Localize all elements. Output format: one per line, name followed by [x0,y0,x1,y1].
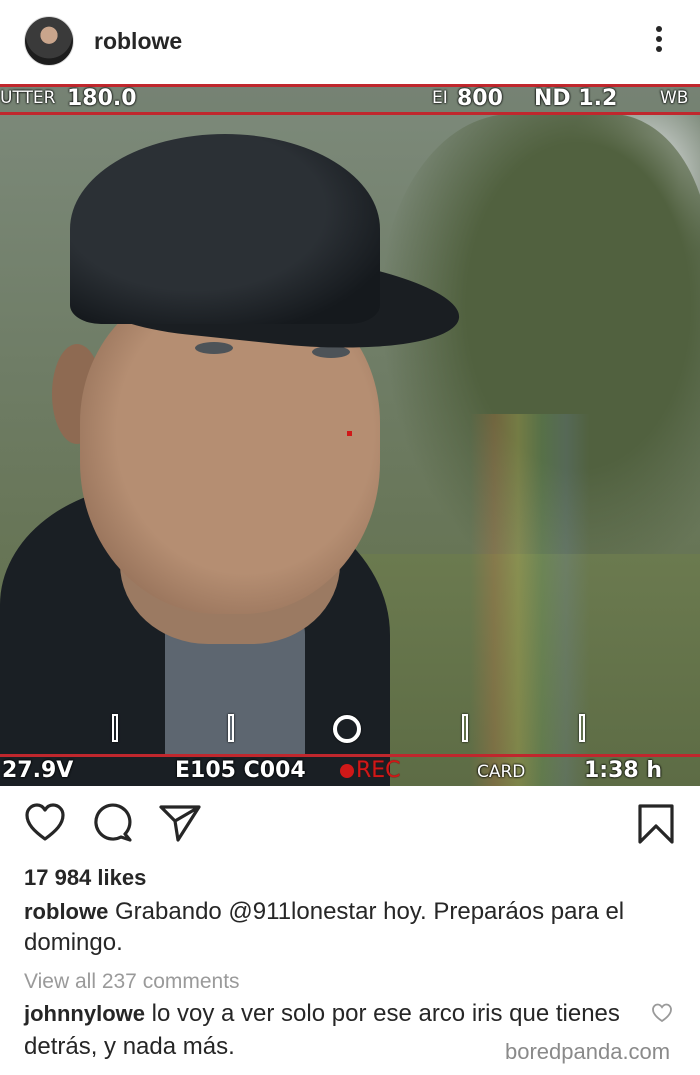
caption: roblowe Grabando @911lonestar hoy. Prepa… [24,896,684,958]
hud-shutter-label: UTTER [0,88,56,108]
hud-nd: ND 1.2 [534,86,618,111]
record-icon [340,764,354,778]
heart-outline-small-icon[interactable] [651,1003,673,1028]
comment-icon[interactable] [92,803,134,843]
hud-rec-label: REC [356,758,401,783]
right-eye [312,346,350,358]
focus-point [347,431,352,436]
send-icon[interactable] [158,803,202,843]
caption-text: Grabando @911lonestar hoy. Preparáos par… [24,898,625,956]
username[interactable]: roblowe [94,28,182,55]
likes-count[interactable]: 17 984 likes [24,865,146,891]
hud-tick [462,714,468,742]
hud-tick [228,714,234,742]
heart-icon[interactable] [24,803,66,843]
post-header: roblowe [0,0,700,84]
hud-top-line-lower [0,112,700,115]
view-all-comments-link[interactable]: View all 237 comments [24,970,240,994]
hud-bottom-line [0,754,700,757]
post-photo[interactable]: UTTER 180.0 EI 800 ND 1.2 WB 27.9V E105 … [0,84,700,786]
hud-rec: REC [340,758,401,783]
hud-ei-label: EI [432,88,448,108]
hud-clip: E105 C004 [175,758,306,783]
hud-ei-value: 800 [457,86,503,111]
hud-shutter-value: 180.0 [67,86,137,111]
baseball-cap [70,134,380,324]
comment-username[interactable]: johnnylowe [24,1001,145,1026]
rainbow-flare [470,414,590,786]
watermark: boredpanda.com [505,1039,671,1064]
caption-username[interactable]: roblowe [24,899,108,924]
hud-time: 1:38 h [584,758,663,783]
bookmark-icon[interactable] [636,803,676,845]
hud-voltage: 27.9V [2,758,74,783]
more-vertical-icon[interactable] [648,22,670,62]
avatar[interactable] [24,16,74,66]
hud-tick [579,714,585,742]
left-eye [195,342,233,354]
hud-focus-ring [333,715,361,743]
hud-wb: WB [660,88,689,108]
hud-card: CARD [477,762,526,782]
hud-tick [112,714,118,742]
